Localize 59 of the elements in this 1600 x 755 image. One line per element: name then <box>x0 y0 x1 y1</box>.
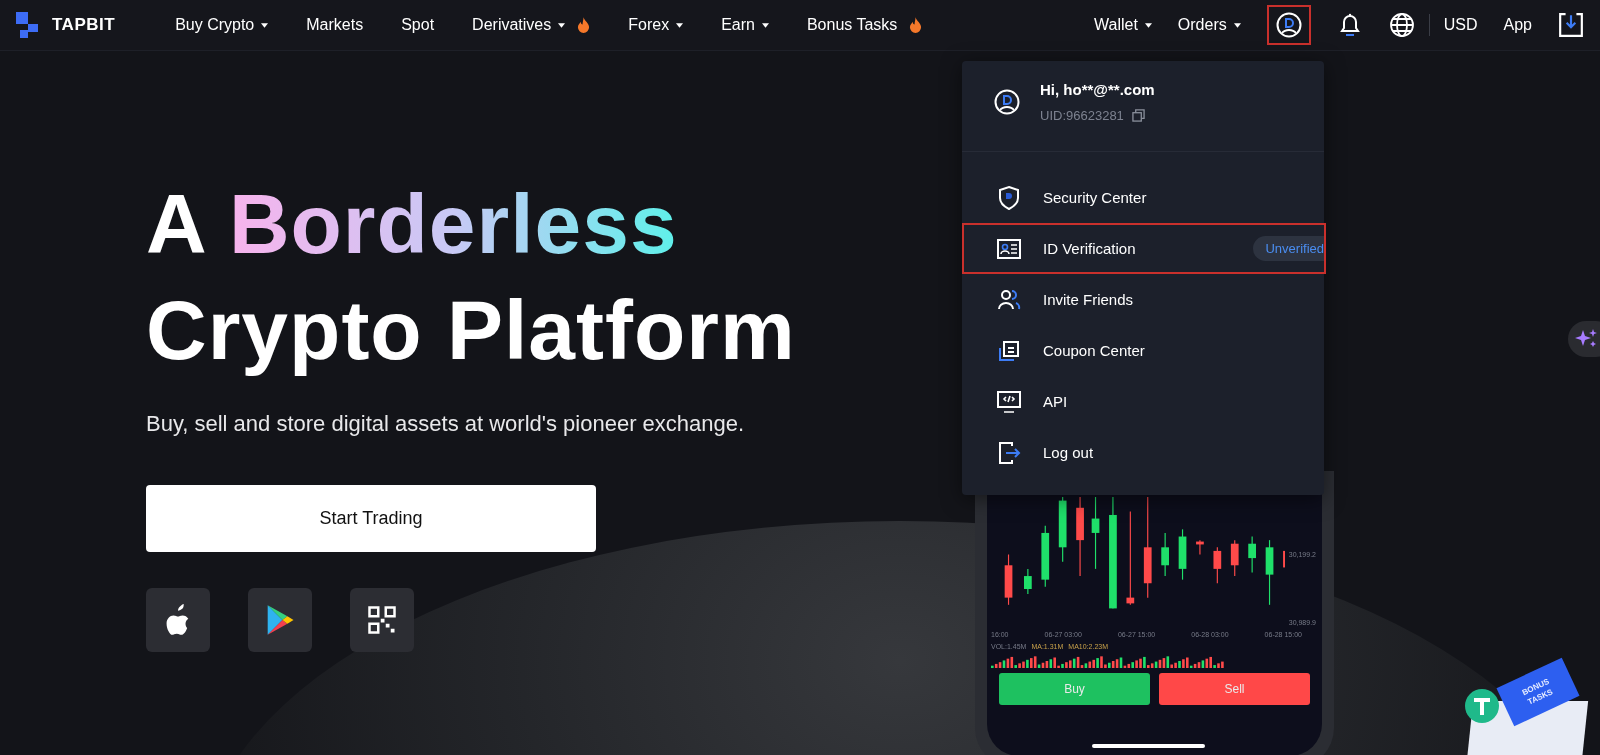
account-menu-item[interactable]: Log out <box>962 427 1326 478</box>
account-menu-item[interactable]: Coupon Center <box>962 325 1326 376</box>
nav-link[interactable]: Forex <box>628 16 684 34</box>
candlestick <box>1265 539 1274 606</box>
user-avatar-icon <box>1275 12 1302 38</box>
nav-link[interactable]: Wallet <box>1094 16 1152 34</box>
caret-icon <box>261 22 269 28</box>
candlestick <box>1161 532 1169 577</box>
logout-icon <box>996 439 1022 466</box>
caret-icon <box>676 22 684 28</box>
user-greeting: Hi, ho**@**.com <box>1040 81 1155 98</box>
nav-link[interactable]: Markets <box>306 16 364 34</box>
apple-store-button[interactable] <box>146 588 210 652</box>
google-play-button[interactable] <box>248 588 312 652</box>
candlestick <box>1196 539 1204 555</box>
flame-icon <box>577 16 591 34</box>
qr-code-icon <box>367 604 397 636</box>
candlestick <box>1178 528 1187 581</box>
brand-name[interactable]: TAPBIT <box>52 15 116 35</box>
candlestick <box>1041 525 1050 588</box>
account-menu-item[interactable]: Security Center <box>962 172 1326 223</box>
app-download-link[interactable]: App <box>1503 16 1532 34</box>
candlestick <box>1024 568 1032 595</box>
currency-selector[interactable]: USD <box>1443 16 1478 34</box>
candlestick <box>1004 554 1013 606</box>
caret-icon <box>1233 22 1241 28</box>
candlestick <box>1213 546 1222 584</box>
caret-icon <box>558 22 566 28</box>
caret-icon <box>761 22 769 28</box>
nav-link[interactable]: Buy Crypto <box>175 16 269 34</box>
account-menu-item[interactable]: Invite Friends <box>962 274 1326 325</box>
user-avatar-icon <box>994 89 1020 115</box>
download-icon[interactable] <box>1558 12 1584 38</box>
flame-icon <box>909 16 923 34</box>
start-trading-button[interactable]: Start Trading <box>146 485 596 552</box>
nav-link[interactable]: Spot <box>401 16 435 34</box>
account-menu-item[interactable]: ID Verification Unverified <box>962 223 1326 274</box>
candlestick <box>1283 550 1285 568</box>
hero-subtitle: Buy, sell and store digital assets at world's pioneer exchange. <box>146 411 745 437</box>
coin-icon[interactable] <box>1465 689 1499 723</box>
verification-status-badge: Unverified <box>1253 236 1324 261</box>
account-button[interactable] <box>1266 5 1311 45</box>
hero-title: Crypto Platform <box>146 283 796 377</box>
candlestick <box>1230 539 1239 577</box>
caret-icon <box>1144 22 1152 28</box>
candlestick <box>1248 536 1256 573</box>
shield-icon <box>996 184 1022 211</box>
language-globe-icon[interactable] <box>1388 12 1415 38</box>
account-menu-item[interactable]: API <box>962 376 1326 427</box>
qr-code-button[interactable] <box>350 588 414 652</box>
code-monitor-icon <box>996 388 1022 415</box>
play-triangle-icon <box>265 604 295 636</box>
nav-link[interactable]: Bonus Tasks <box>806 16 923 34</box>
user-id: UID:96623281 <box>1040 108 1124 123</box>
copy-icon[interactable] <box>1131 109 1145 122</box>
nav-link[interactable]: Orders <box>1177 16 1241 34</box>
candlestick <box>1058 497 1067 563</box>
nav-link[interactable]: Derivatives <box>472 16 591 34</box>
nav-link[interactable]: Earn <box>721 16 769 34</box>
